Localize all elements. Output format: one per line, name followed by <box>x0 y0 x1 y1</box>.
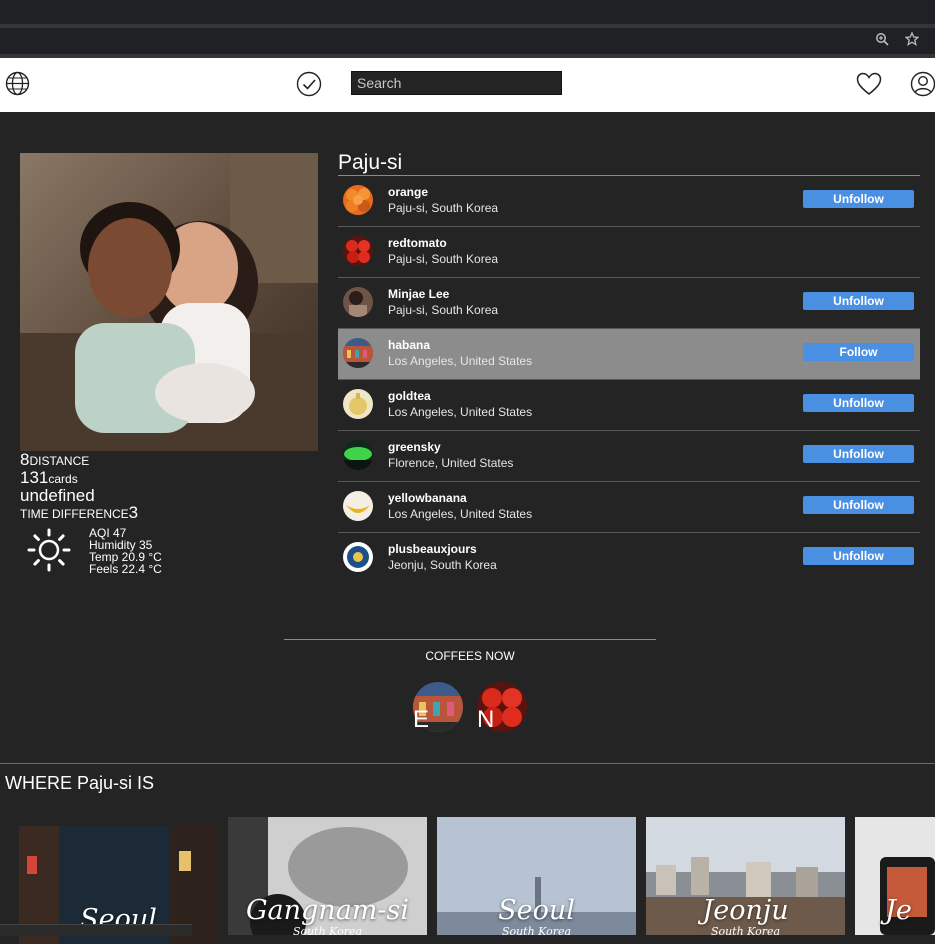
user-location: Los Angeles, United States <box>388 405 533 419</box>
zoom-icon[interactable] <box>873 32 891 50</box>
list-item[interactable]: Minjae Lee Paju-si, South Korea Unfollow <box>338 278 920 329</box>
check-circle-icon[interactable] <box>296 71 322 102</box>
card-city-name: Gangnam-si <box>245 895 410 926</box>
globe-icon[interactable] <box>5 71 30 101</box>
avatar[interactable] <box>343 236 373 266</box>
avatar[interactable] <box>343 185 373 215</box>
avatar[interactable] <box>343 338 373 368</box>
card-country: South Korea <box>292 925 363 935</box>
follow-button[interactable]: Follow <box>803 343 914 361</box>
user-location: Paju-si, South Korea <box>388 252 499 266</box>
avatar[interactable] <box>343 440 373 470</box>
card-city-name: Seoul <box>498 895 575 926</box>
cards-label: cards <box>48 472 78 486</box>
avatar[interactable] <box>343 287 373 317</box>
browser-tab-strip <box>0 0 935 24</box>
avatar[interactable] <box>343 491 373 521</box>
user-location: Paju-si, South Korea <box>388 303 499 317</box>
avatar[interactable] <box>343 389 373 419</box>
user-name[interactable]: yellowbanana <box>388 491 467 505</box>
user-name[interactable]: orange <box>388 185 428 199</box>
unfollow-button[interactable]: Unfollow <box>803 292 914 310</box>
time-difference-label: TIME DIFFERENCE <box>20 507 129 521</box>
search-input[interactable] <box>351 71 562 95</box>
weather-panel: AQI 47 Humidity 35 Temp 20.9 °C Feels 22… <box>26 527 306 577</box>
list-item-highlighted[interactable]: habana Los Angeles, United States Follow <box>338 329 920 380</box>
unfollow-button[interactable]: Unfollow <box>803 394 914 412</box>
user-location: Jeonju, South Korea <box>388 558 497 572</box>
card-city-name: Jeonju <box>702 895 789 926</box>
user-name[interactable]: habana <box>388 338 430 352</box>
unfollow-button[interactable]: Unfollow <box>803 547 914 565</box>
card-country: South Korea <box>501 925 572 935</box>
distance-label: DISTANCE <box>29 454 90 468</box>
list-item[interactable]: orange Paju-si, South Korea Unfollow <box>338 176 920 227</box>
list-item[interactable]: yellowbanana Los Angeles, United States … <box>338 482 920 533</box>
undefined-text: undefined <box>20 486 95 505</box>
city-photo <box>20 153 318 451</box>
coffee-initial: E <box>413 706 430 733</box>
user-location: Paju-si, South Korea <box>388 201 499 215</box>
card-city-name: Je <box>885 895 912 926</box>
heart-icon[interactable] <box>856 72 882 101</box>
list-item[interactable]: plusbeauxjours Jeonju, South Korea Unfol… <box>338 533 920 583</box>
avatar[interactable] <box>343 542 373 572</box>
city-stats: 8DISTANCE 131cards undefined TIME DIFFER… <box>20 451 320 522</box>
coffee-initial: N <box>477 706 495 733</box>
bookmark-star-icon[interactable] <box>903 31 921 50</box>
status-bar <box>0 924 192 936</box>
feels-text: Feels 22.4 °C <box>89 562 162 576</box>
unfollow-button[interactable]: Unfollow <box>803 496 914 514</box>
sun-icon <box>26 527 72 578</box>
city-card[interactable]: Gangnam-si South Korea <box>228 817 427 935</box>
user-location: Los Angeles, United States <box>388 507 533 521</box>
list-item[interactable]: goldtea Los Angeles, United States Unfol… <box>338 380 920 431</box>
list-item[interactable]: greensky Florence, United States Unfollo… <box>338 431 920 482</box>
city-card[interactable]: Je <box>855 817 935 935</box>
divider <box>284 639 656 640</box>
user-location: Los Angeles, United States <box>388 354 533 368</box>
user-profile-icon[interactable] <box>910 71 935 102</box>
city-card[interactable]: Seoul South Korea <box>437 817 636 935</box>
user-name[interactable]: greensky <box>388 440 441 454</box>
weather-details: AQI 47 Humidity 35 Temp 20.9 °C Feels 22… <box>89 527 162 575</box>
address-bar[interactable] <box>0 28 935 54</box>
unfollow-button[interactable]: Unfollow <box>803 445 914 463</box>
unfollow-button[interactable]: Unfollow <box>803 190 914 208</box>
city-card[interactable]: Jeonju South Korea <box>646 817 845 935</box>
coffees-title: COFFEES NOW <box>425 649 515 663</box>
divider <box>0 763 935 764</box>
time-difference-value: 3 <box>128 503 139 522</box>
browser-toolbar <box>0 24 935 58</box>
time-difference-stat: TIME DIFFERENCE3 <box>20 504 320 522</box>
user-name[interactable]: redtomato <box>388 236 447 250</box>
app-header <box>0 58 935 112</box>
list-item[interactable]: redtomato Paju-si, South Korea <box>338 227 920 278</box>
city-title: Paju-si <box>338 151 403 174</box>
user-name[interactable]: plusbeauxjours <box>388 542 477 556</box>
user-name[interactable]: Minjae Lee <box>388 287 449 301</box>
cards-stat: 131cards <box>20 469 320 487</box>
distance-stat: 8DISTANCE <box>20 451 320 469</box>
where-title: WHERE Paju-si IS <box>5 773 155 793</box>
user-name[interactable]: goldtea <box>388 389 431 403</box>
cards-value: 131 <box>20 468 49 487</box>
user-location: Florence, United States <box>388 456 514 470</box>
card-country: South Korea <box>710 925 781 935</box>
user-list: orange Paju-si, South Korea Unfollow red… <box>338 176 920 583</box>
